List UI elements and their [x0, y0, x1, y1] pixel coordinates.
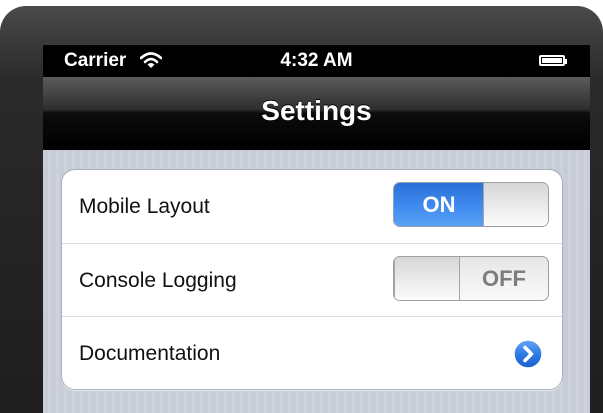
- page-title: Settings: [261, 95, 372, 126]
- chevron-right-icon[interactable]: [513, 339, 543, 369]
- toggle-knob[interactable]: [483, 183, 548, 226]
- mobile-layout-toggle[interactable]: ON: [393, 182, 549, 227]
- battery-icon: [539, 55, 567, 66]
- toggle-knob[interactable]: [394, 257, 460, 300]
- status-bar: Carrier 4:32 AM: [43, 45, 590, 77]
- navigation-bar: Settings: [43, 77, 590, 150]
- toggle-off-label: OFF: [482, 266, 526, 291]
- console-logging-toggle[interactable]: OFF: [393, 256, 549, 301]
- background-pattern: [43, 402, 590, 413]
- setting-label-console-logging: Console Logging: [79, 269, 237, 292]
- setting-row-console-logging: Console Logging OFF: [62, 243, 562, 317]
- setting-label-mobile-layout: Mobile Layout: [79, 195, 210, 218]
- setting-label-documentation: Documentation: [79, 342, 221, 365]
- status-time: 4:32 AM: [280, 50, 353, 71]
- setting-row-mobile-layout: Mobile Layout ON: [62, 170, 562, 243]
- toggle-on-label: ON: [394, 183, 484, 226]
- app-screen: Carrier 4:32 AM Settings Mobile Layout O…: [43, 45, 590, 413]
- settings-group: Mobile Layout ON Console Logging OFF Doc…: [61, 169, 563, 390]
- setting-row-documentation[interactable]: Documentation: [62, 316, 562, 390]
